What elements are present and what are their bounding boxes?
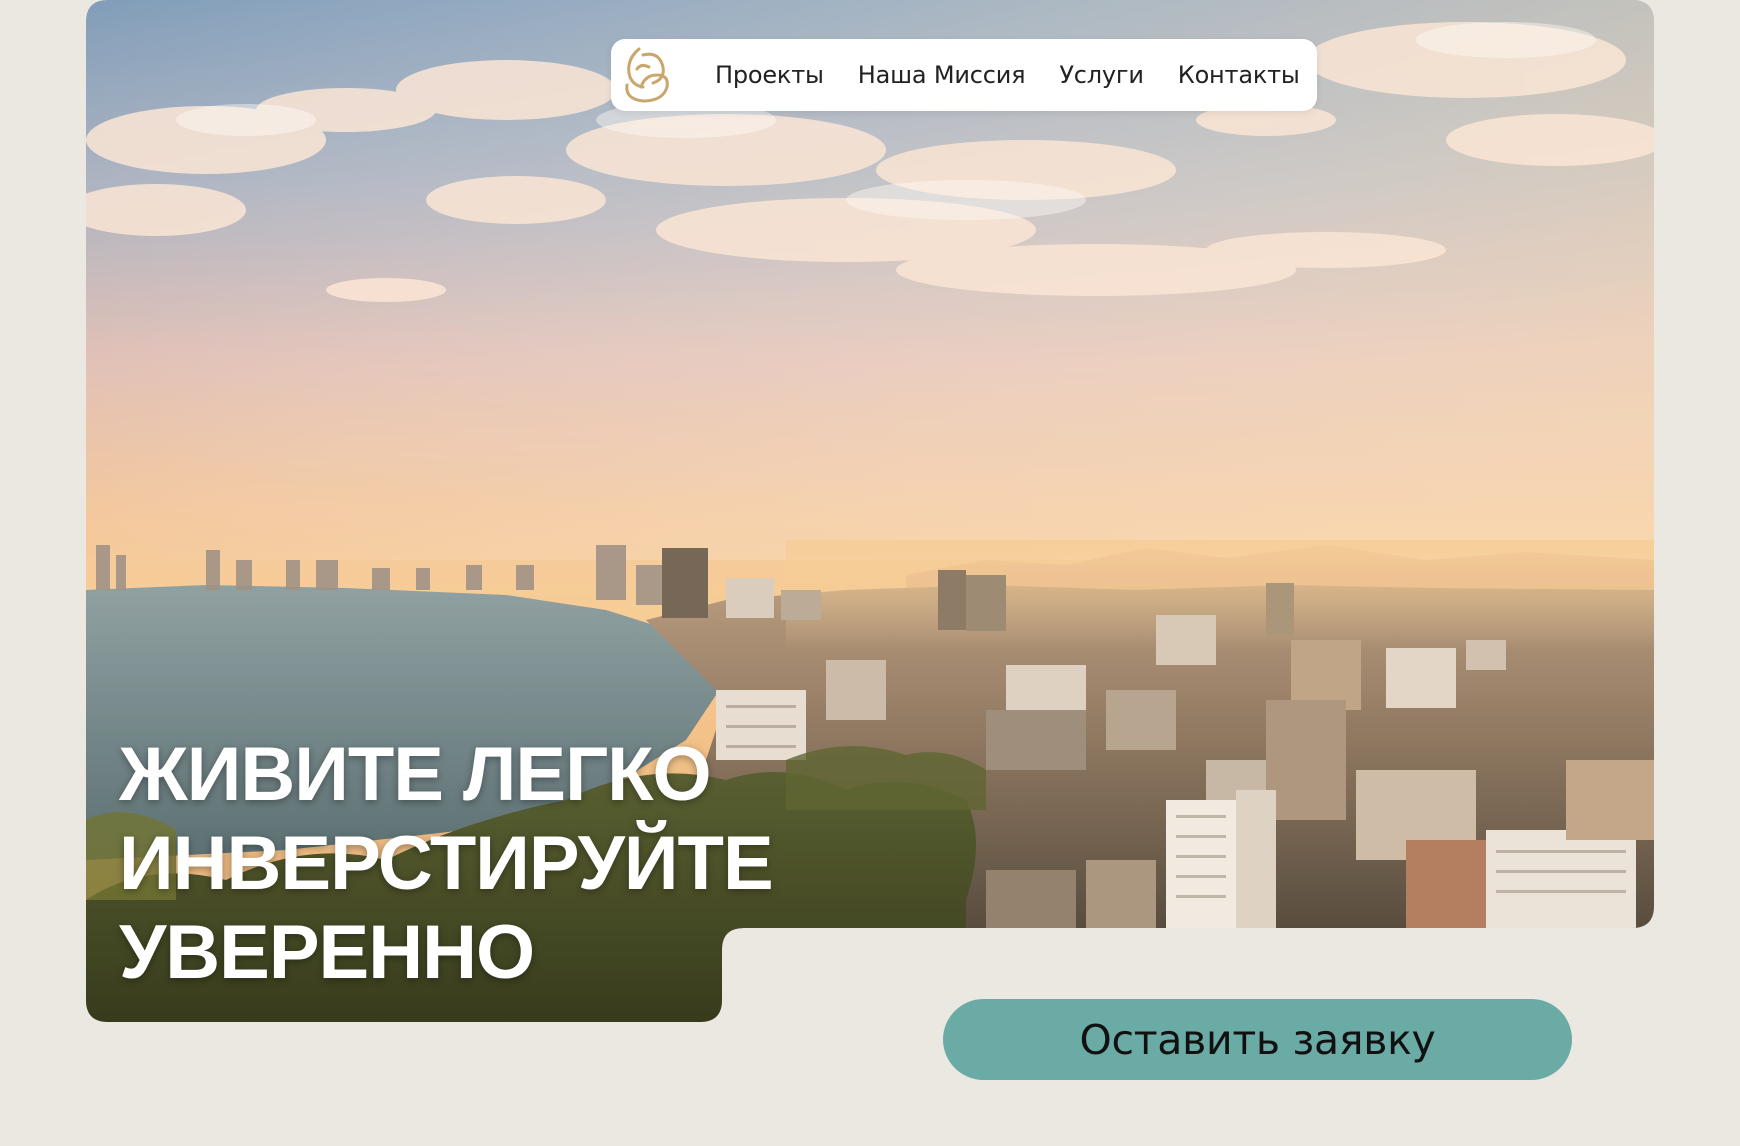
nav-link-mission[interactable]: Наша Миссия <box>858 61 1026 89</box>
hero-headline: ЖИВИТЕ ЛЕГКО ИНВЕРСТИРУЙТЕ УВЕРЕННО <box>119 730 774 997</box>
nav-link-projects[interactable]: Проекты <box>715 61 824 89</box>
submit-request-button[interactable]: Оставить заявку <box>943 999 1572 1080</box>
nav-link-services[interactable]: Услуги <box>1059 61 1144 89</box>
headline-line-2: ИНВЕРСТИРУЙТЕ <box>119 821 774 906</box>
headline-line-1: ЖИВИТЕ ЛЕГКО <box>119 732 712 817</box>
swirl-logo-icon[interactable] <box>617 45 677 105</box>
nav-links: Проекты Наша Миссия Услуги Контакты <box>715 61 1300 89</box>
headline-line-3: УВЕРЕННО <box>119 910 535 995</box>
top-navigation: Проекты Наша Миссия Услуги Контакты <box>611 39 1317 111</box>
nav-link-contacts[interactable]: Контакты <box>1178 61 1300 89</box>
